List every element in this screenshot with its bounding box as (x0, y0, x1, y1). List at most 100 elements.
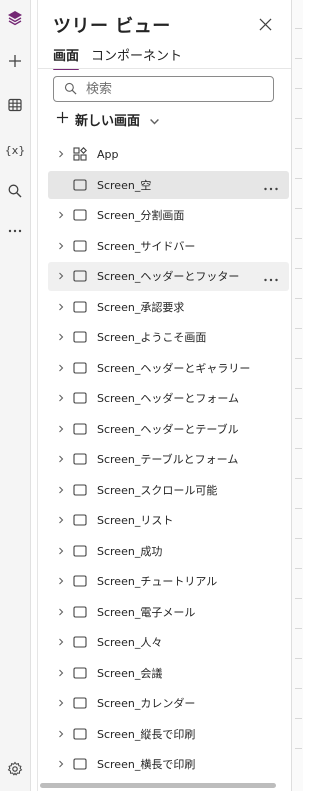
chevron-right-icon[interactable] (56, 607, 66, 617)
screen-icon (73, 545, 87, 557)
chevron-right-icon[interactable] (56, 424, 66, 434)
close-icon (259, 16, 272, 35)
tab-divider (38, 68, 291, 69)
tree-item-screen[interactable]: Screen_ヘッダーとテーブル (48, 414, 289, 445)
close-button[interactable] (256, 16, 274, 34)
chevron-right-icon[interactable] (56, 363, 66, 373)
screen-icon (73, 484, 87, 496)
screen-icon (73, 453, 87, 465)
chevron-right-icon[interactable] (56, 668, 66, 678)
tree-item-label: Screen_空 (97, 178, 152, 192)
canvas-edge-mark (295, 688, 302, 689)
chevron-right-icon[interactable] (56, 271, 66, 281)
chevron-right-icon[interactable] (56, 729, 66, 739)
canvas-edge-mark (295, 388, 302, 389)
chevron-right-icon[interactable] (56, 454, 66, 464)
canvas-edge-mark (295, 58, 302, 59)
chevron-right-icon[interactable] (56, 759, 66, 769)
chevron-right-icon[interactable] (56, 332, 66, 342)
chevron-right-icon[interactable] (56, 698, 66, 708)
tab-components[interactable]: コンポーネント (91, 45, 182, 64)
screen-icon (73, 606, 87, 618)
variables-button[interactable]: {x} (0, 135, 30, 165)
tree-item-screen[interactable]: Screen_チュートリアル (48, 566, 289, 597)
canvas-edge-mark (295, 478, 302, 479)
tree-item-screen[interactable]: Screen_ヘッダーとフォーム (48, 383, 289, 414)
tree-item-label: Screen_成功 (97, 544, 163, 558)
canvas-edge-mark (295, 748, 302, 749)
canvas-edge-mark (295, 178, 302, 179)
chevron-right-icon[interactable] (56, 393, 66, 403)
chevron-right-icon[interactable] (56, 515, 66, 525)
tree-item-screen[interactable]: Screen_承認要求 (48, 292, 289, 323)
chevron-right-icon[interactable] (56, 210, 66, 220)
tree-item-app[interactable]: App (48, 139, 289, 170)
settings-button[interactable] (0, 756, 30, 786)
tree-item-screen[interactable]: Screen_サイドバー (48, 231, 289, 262)
tree-item-screen[interactable]: Screen_リスト (48, 505, 289, 536)
chevron-right-icon[interactable] (56, 485, 66, 495)
tree-view-layers-button[interactable] (0, 5, 30, 35)
tree-item-label: Screen_ヘッダーとギャラリー (97, 361, 251, 375)
tree-item-screen[interactable]: Screen_テーブルとフォーム (48, 444, 289, 475)
screen-icon (73, 392, 87, 404)
more-options-button[interactable] (0, 218, 30, 248)
tree-item-screen[interactable]: Screen_ヘッダーとギャラリー (48, 353, 289, 384)
new-screen-button[interactable]: 新しい画面 (56, 110, 159, 129)
tree-item-screen[interactable]: Screen_カレンダー (48, 688, 289, 719)
chevron-right-icon[interactable] (56, 576, 66, 586)
search-button[interactable] (0, 178, 30, 208)
screen-icon (73, 636, 87, 648)
app-icon (73, 147, 87, 161)
new-screen-label: 新しい画面 (75, 114, 141, 129)
tree-item-label: Screen_リスト (97, 514, 174, 528)
canvas-edge (291, 0, 303, 791)
tree-item-label: Screen_ようこそ画面 (97, 331, 207, 345)
tree-item-screen[interactable]: Screen_成功 (48, 536, 289, 567)
tree-item-screen[interactable]: Screen_横長で印刷 (48, 749, 289, 780)
canvas-edge-mark (295, 718, 302, 719)
tree-item-screen[interactable]: Screen_縦長で印刷 (48, 719, 289, 750)
layers-icon (7, 10, 23, 30)
tree-item-label: Screen_横長で印刷 (97, 758, 196, 772)
variable-icon: {x} (4, 143, 26, 157)
chevron-right-icon[interactable] (56, 637, 66, 647)
search-input[interactable] (84, 80, 268, 98)
more-icon[interactable] (263, 182, 279, 190)
plus-icon (7, 53, 23, 73)
canvas-edge-mark (295, 538, 302, 539)
tree-item-screen[interactable]: Screen_電子メール (48, 597, 289, 628)
tree-item-screen[interactable]: Screen_人々 (48, 627, 289, 658)
chevron-right-icon[interactable] (56, 302, 66, 312)
canvas-edge-mark (295, 118, 302, 119)
chevron-right-icon[interactable] (56, 149, 66, 159)
tree-item-label: Screen_カレンダー (97, 697, 196, 711)
screen-tree: App Screen_空 Screen_分割画面 Screen_サイドバー Screen… (48, 139, 289, 780)
screen-icon (73, 423, 87, 435)
screen-icon (73, 270, 87, 282)
tree-item-screen[interactable]: Screen_会議 (48, 658, 289, 689)
canvas-edge-mark (295, 328, 302, 329)
horizontal-scrollbar[interactable] (40, 783, 276, 788)
canvas-edge-mark (295, 418, 302, 419)
canvas-edge-mark (295, 208, 302, 209)
tree-item-screen[interactable]: Screen_分割画面 (48, 200, 289, 231)
chevron-right-icon[interactable] (56, 241, 66, 251)
tree-item-screen[interactable]: Screen_スクロール可能 (48, 475, 289, 506)
tree-item-screen[interactable]: Screen_ようこそ画面 (48, 322, 289, 353)
search-box[interactable] (53, 76, 274, 102)
tree-item-label: Screen_会議 (97, 666, 163, 680)
screen-icon (73, 301, 87, 313)
tree-item-label: Screen_縦長で印刷 (97, 727, 196, 741)
tab-screens[interactable]: 画面 (53, 45, 80, 70)
tree-item-screen[interactable]: Screen_ヘッダーとフッター (48, 261, 289, 292)
settings-icon (7, 761, 23, 781)
data-button[interactable] (0, 92, 30, 122)
more-icon[interactable] (263, 273, 279, 282)
tree-item-label: Screen_ヘッダーとフォーム (97, 392, 239, 406)
chevron-right-icon[interactable] (56, 546, 66, 556)
insert-button[interactable] (0, 48, 30, 78)
tree-item-screen[interactable]: Screen_空 (48, 170, 289, 201)
canvas-edge-mark (295, 88, 302, 89)
screen-icon (73, 362, 87, 374)
